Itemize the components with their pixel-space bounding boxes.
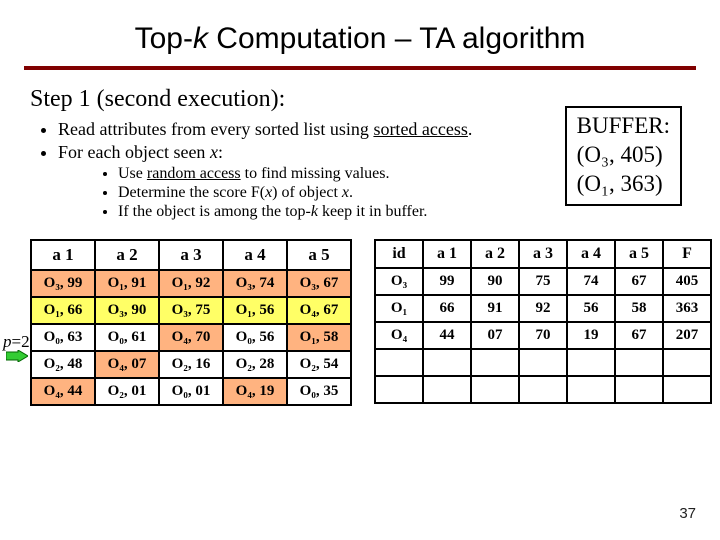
table-cell: O₂, 28	[223, 351, 287, 378]
table-cell: O₃, 67	[287, 270, 351, 297]
table-cell: 207	[663, 322, 711, 349]
table-cell: O₂, 01	[95, 378, 159, 405]
table-cell: 74	[567, 268, 615, 295]
table-cell: 07	[471, 322, 519, 349]
table-cell: 363	[663, 295, 711, 322]
table-cell	[519, 349, 567, 376]
col-header: id	[375, 240, 423, 268]
table-row: O₃9990757467405	[375, 268, 711, 295]
table-cell: 67	[615, 322, 663, 349]
table-cell: O₄, 19	[223, 378, 287, 405]
table-cell: O₃, 74	[223, 270, 287, 297]
table-row: O₄4407701967207	[375, 322, 711, 349]
title-divider	[24, 66, 696, 70]
table-cell: O₃, 75	[159, 297, 223, 324]
table-cell	[375, 376, 423, 403]
buffer-box: BUFFER: (O₃, 405) (O₁, 363)	[565, 106, 682, 206]
table-cell: O₁	[375, 295, 423, 322]
table-cell: O₄, 70	[159, 324, 223, 351]
table-cell: 67	[615, 268, 663, 295]
table-row: O₃, 99O₁, 91O₁, 92O₃, 74O₃, 67	[31, 270, 351, 297]
table-cell: O₁, 91	[95, 270, 159, 297]
table-cell: O₀, 63	[31, 324, 95, 351]
table-cell: O₀, 61	[95, 324, 159, 351]
col-header: a 1	[423, 240, 471, 268]
pointer-label: p=2	[3, 332, 30, 352]
table-cell: 70	[519, 322, 567, 349]
table-cell: O₁, 58	[287, 324, 351, 351]
table-cell: O₁, 56	[223, 297, 287, 324]
page-number: 37	[679, 505, 696, 522]
table-cell: O₂, 48	[31, 351, 95, 378]
table-cell	[663, 376, 711, 403]
table-cell: 92	[519, 295, 567, 322]
table-cell: 44	[423, 322, 471, 349]
col-header: a 2	[95, 240, 159, 270]
sorted-lists-table: a 1a 2a 3a 4a 5O₃, 99O₁, 91O₁, 92O₃, 74O…	[30, 239, 352, 406]
table-cell	[375, 349, 423, 376]
table-row	[375, 376, 711, 403]
table-cell: O₂, 54	[287, 351, 351, 378]
table-cell	[615, 376, 663, 403]
slide-title: Top-k Computation – TA algorithm	[24, 22, 696, 56]
col-header: a 4	[567, 240, 615, 268]
table-cell: O₁, 92	[159, 270, 223, 297]
table-cell: O₄, 44	[31, 378, 95, 405]
col-header: F	[663, 240, 711, 268]
table-cell: O₀, 56	[223, 324, 287, 351]
table-cell: O₀, 35	[287, 378, 351, 405]
table-row: O₁, 66O₃, 90O₃, 75O₁, 56O₄, 67	[31, 297, 351, 324]
table-cell: O₃, 99	[31, 270, 95, 297]
table-cell: 91	[471, 295, 519, 322]
table-cell: O₄, 07	[95, 351, 159, 378]
table-cell	[615, 349, 663, 376]
table-cell: 99	[423, 268, 471, 295]
table-cell: O₂, 16	[159, 351, 223, 378]
buffer-entry-2: (O₁, 363)	[577, 170, 670, 199]
table-cell	[567, 349, 615, 376]
table-cell: O₄, 67	[287, 297, 351, 324]
table-row	[375, 349, 711, 376]
table-cell: O₀, 01	[159, 378, 223, 405]
table-row: O₁6691925658363	[375, 295, 711, 322]
col-header: a 1	[31, 240, 95, 270]
table-cell: 90	[471, 268, 519, 295]
table-cell: 58	[615, 295, 663, 322]
table-cell	[567, 376, 615, 403]
table-cell: O₁, 66	[31, 297, 95, 324]
table-cell	[471, 376, 519, 403]
table-cell	[471, 349, 519, 376]
table-cell: 19	[567, 322, 615, 349]
table-cell: 66	[423, 295, 471, 322]
table-cell: 56	[567, 295, 615, 322]
table-row: O₀, 63O₀, 61O₄, 70O₀, 56O₁, 58	[31, 324, 351, 351]
arrow-icon	[6, 350, 24, 362]
table-row: O₄, 44O₂, 01O₀, 01O₄, 19O₀, 35	[31, 378, 351, 405]
table-cell	[423, 376, 471, 403]
col-header: a 3	[519, 240, 567, 268]
buffer-entry-1: (O₃, 405)	[577, 141, 670, 170]
table-cell: O₄	[375, 322, 423, 349]
table-cell	[423, 349, 471, 376]
table-cell: 405	[663, 268, 711, 295]
table-cell: O₃, 90	[95, 297, 159, 324]
col-header: a 5	[287, 240, 351, 270]
col-header: a 3	[159, 240, 223, 270]
score-table: ida 1a 2a 3a 4a 5FO₃9990757467405O₁66919…	[374, 239, 712, 404]
col-header: a 4	[223, 240, 287, 270]
table-row: O₂, 48O₄, 07O₂, 16O₂, 28O₂, 54	[31, 351, 351, 378]
table-cell: O₃	[375, 268, 423, 295]
col-header: a 2	[471, 240, 519, 268]
table-cell	[519, 376, 567, 403]
table-cell: 75	[519, 268, 567, 295]
buffer-title: BUFFER:	[577, 112, 670, 141]
table-cell	[663, 349, 711, 376]
col-header: a 5	[615, 240, 663, 268]
